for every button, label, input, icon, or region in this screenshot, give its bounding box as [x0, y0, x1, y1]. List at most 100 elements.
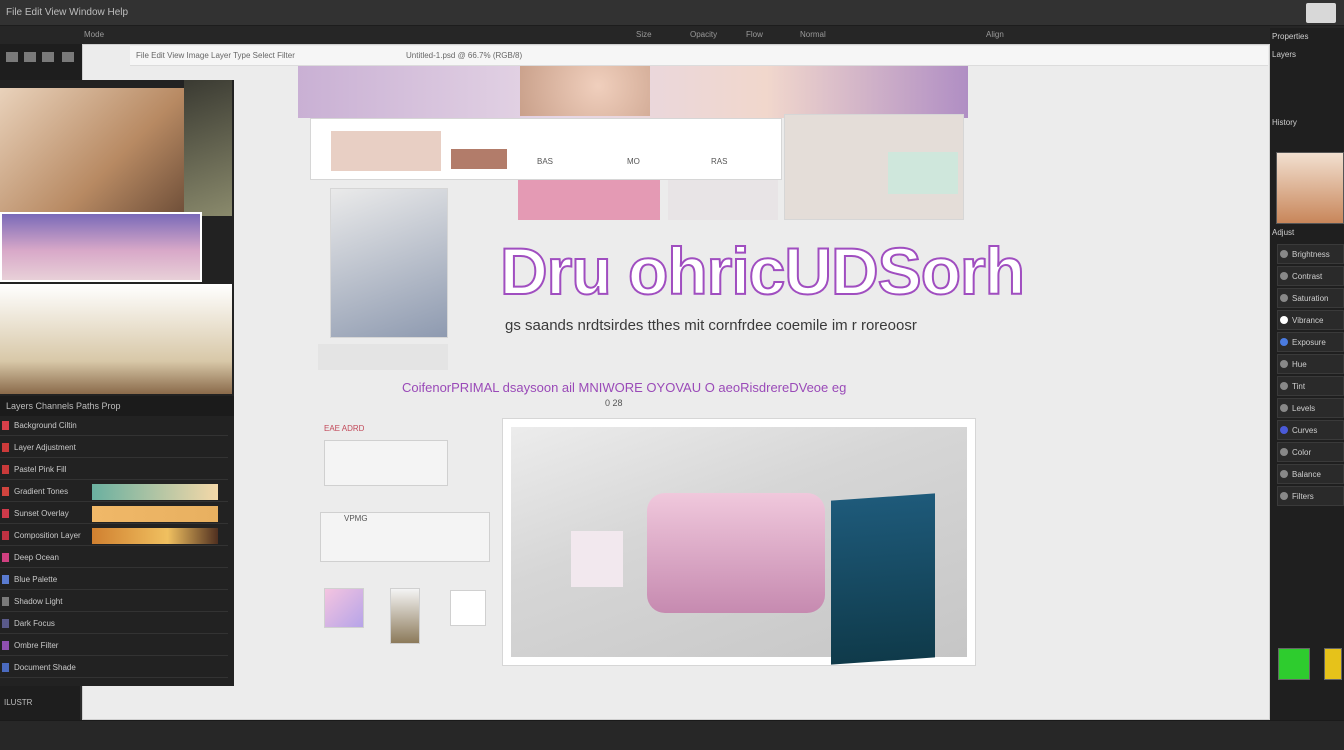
pink-block: [518, 180, 660, 220]
rp-tab-adjust[interactable]: Adjust: [1272, 228, 1342, 242]
gradient-swatch-2[interactable]: [390, 588, 420, 644]
layer-visibility-icon[interactable]: [2, 619, 9, 628]
gradient-swatch-1[interactable]: [324, 588, 364, 628]
adjustment-row[interactable]: Exposure: [1277, 332, 1344, 352]
adjustment-label: Saturation: [1292, 294, 1329, 303]
adjustment-dot-icon: [1280, 294, 1288, 302]
tool-size[interactable]: Size: [636, 30, 652, 39]
background-color-swatch[interactable]: [1324, 648, 1342, 680]
layer-visibility-icon[interactable]: [2, 641, 9, 650]
layer-visibility-icon[interactable]: [2, 597, 9, 606]
adjustment-row[interactable]: Contrast: [1277, 266, 1344, 286]
tool-strip: [0, 44, 82, 80]
portrait-image: [520, 66, 650, 116]
interior-image: [0, 284, 232, 394]
adjustment-row[interactable]: Balance: [1277, 464, 1344, 484]
layer-visibility-icon[interactable]: [2, 575, 9, 584]
adjustment-row[interactable]: Color: [1277, 442, 1344, 462]
canvas-toolbar-text[interactable]: File Edit View Image Layer Type Select F…: [136, 51, 295, 60]
moodboard-header-card: MO RAS BAS: [310, 118, 782, 180]
adjustment-row[interactable]: Levels: [1277, 398, 1344, 418]
mini-label-0: BAS: [537, 157, 554, 166]
adjustment-dot-icon: [1280, 426, 1288, 434]
mini-label-2: RAS: [711, 157, 728, 166]
app-menubar: File Edit View Window Help: [0, 0, 1344, 26]
layer-row[interactable]: Sunset Overlay: [0, 504, 228, 524]
layer-row[interactable]: Document Shade: [0, 658, 228, 678]
ui-tile-panel[interactable]: [324, 440, 448, 486]
layer-row[interactable]: Layer Adjustment: [0, 438, 228, 458]
layers-panel-header[interactable]: Layers Channels Paths Prop: [0, 396, 234, 416]
layer-thumbnail: [92, 484, 218, 500]
featured-photo: [511, 427, 967, 665]
tool-mode[interactable]: Mode: [84, 30, 104, 39]
left-footer: ILUSTR: [0, 686, 80, 720]
document-tab[interactable]: Untitled-1.psd @ 66.7% (RGB/8): [406, 51, 522, 60]
layer-name: Deep Ocean: [14, 553, 59, 562]
layer-row[interactable]: Shadow Light: [0, 592, 228, 612]
rp-tab-history[interactable]: History: [1272, 118, 1342, 132]
layer-row[interactable]: Deep Ocean: [0, 548, 228, 568]
layer-row[interactable]: Background Ciltin: [0, 416, 228, 436]
mint-block: [888, 152, 958, 194]
layer-row[interactable]: Pastel Pink Fill: [0, 460, 228, 480]
adjustment-row[interactable]: Brightness: [1277, 244, 1344, 264]
layer-thumbnail: [92, 528, 218, 544]
layer-name: Ombre Filter: [14, 641, 59, 650]
color-swatch-strip: [331, 131, 441, 171]
adjustment-row[interactable]: Curves: [1277, 420, 1344, 440]
adjustment-row[interactable]: Saturation: [1277, 288, 1344, 308]
gradient-swatch-3[interactable]: [450, 590, 486, 626]
adjustment-row[interactable]: Tint: [1277, 376, 1344, 396]
adjustment-dot-icon: [1280, 272, 1288, 280]
pen-tool-icon[interactable]: [62, 52, 74, 62]
eraser-tool-icon[interactable]: [42, 52, 54, 62]
layer-visibility-icon[interactable]: [2, 509, 9, 518]
layer-visibility-icon[interactable]: [2, 421, 9, 430]
layer-name: Layer Adjustment: [14, 443, 76, 452]
faucet-photo: [330, 188, 448, 338]
layer-name: Sunset Overlay: [14, 509, 69, 518]
adjustment-label: Brightness: [1292, 250, 1330, 259]
adjustment-row[interactable]: Hue: [1277, 354, 1344, 374]
sculpture-image: [0, 88, 184, 216]
tool-blend-mode[interactable]: Normal: [800, 30, 826, 39]
layer-row[interactable]: Blue Palette: [0, 570, 228, 590]
layer-visibility-icon[interactable]: [2, 443, 9, 452]
rp-tab-layers[interactable]: Layers: [1272, 50, 1342, 64]
layer-row[interactable]: Gradient Tones: [0, 482, 228, 502]
layer-name: Composition Layer: [14, 531, 81, 540]
adjustment-dot-icon: [1280, 316, 1288, 324]
layer-row[interactable]: Dark Focus: [0, 614, 228, 634]
adjustment-label: Filters: [1292, 492, 1314, 501]
app-menu[interactable]: File Edit View Window Help: [6, 7, 128, 18]
adjustment-label: Tint: [1292, 382, 1306, 391]
move-tool-icon[interactable]: [6, 52, 18, 62]
tool-opacity[interactable]: Opacity: [690, 30, 717, 39]
layer-visibility-icon[interactable]: [2, 663, 9, 672]
adjustment-label: Vibrance: [1292, 316, 1324, 325]
ui-label-b: VPMG: [344, 514, 368, 523]
layer-visibility-icon[interactable]: [2, 487, 9, 496]
tool-align[interactable]: Align: [986, 30, 1004, 39]
adjustment-row[interactable]: Vibrance: [1277, 310, 1344, 330]
tool-flow[interactable]: Flow: [746, 30, 763, 39]
layer-row[interactable]: Composition Layer: [0, 526, 228, 546]
layer-visibility-icon[interactable]: [2, 465, 9, 474]
rp-tab-properties[interactable]: Properties: [1272, 32, 1342, 46]
foreground-color-swatch[interactable]: [1278, 648, 1310, 680]
options-toolbar: Mode Size Opacity Flow Normal Align: [0, 26, 1344, 44]
status-bar: [0, 720, 1344, 750]
adjustment-row[interactable]: Filters: [1277, 486, 1344, 506]
layer-row[interactable]: Ombre Filter: [0, 636, 228, 656]
brush-tool-icon[interactable]: [24, 52, 36, 62]
app-logo-icon: [1306, 3, 1336, 23]
layer-visibility-icon[interactable]: [2, 553, 9, 562]
layer-name: Background Ciltin: [14, 421, 77, 430]
hero-tagline: CoifenorPRIMAL dsaysoon ail MNIWORE OYOV…: [402, 380, 847, 395]
adjustment-label: Curves: [1292, 426, 1318, 435]
layer-name: Dark Focus: [14, 619, 55, 628]
pink-pouch: [647, 493, 825, 613]
layer-visibility-icon[interactable]: [2, 531, 9, 540]
sky-image: [0, 212, 202, 282]
